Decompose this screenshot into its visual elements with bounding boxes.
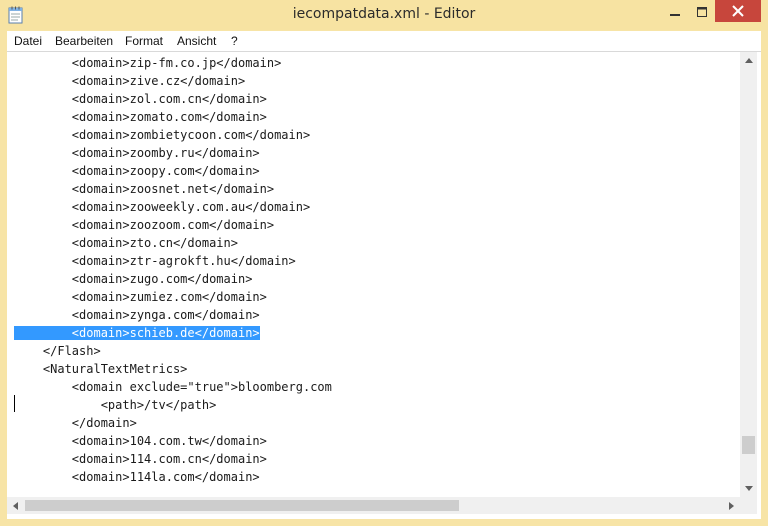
text-line[interactable]: <domain>zoomby.ru</domain> <box>14 144 260 162</box>
text-line[interactable]: <domain>zynga.com</domain> <box>14 306 260 324</box>
editor-window: iecompatdata.xml - Editor Datei Bearbeit… <box>0 0 768 526</box>
text-line[interactable]: <domain>zol.com.cn</domain> <box>14 90 267 108</box>
minimize-button[interactable] <box>661 0 688 22</box>
text-line[interactable]: <domain>zugo.com</domain> <box>14 270 253 288</box>
text-caret <box>14 395 15 412</box>
text-line[interactable]: <domain>zombietycoon.com</domain> <box>14 126 310 144</box>
text-line[interactable]: <domain>zoozoom.com</domain> <box>14 216 274 234</box>
selected-text[interactable]: <domain>schieb.de</domain> <box>14 326 260 340</box>
editor-pane[interactable]: <domain>zip-fm.co.jp</domain> <domain>zi… <box>7 51 761 519</box>
arrow-right-icon[interactable] <box>723 497 740 514</box>
menu-bar: Datei Bearbeiten Format Ansicht ? <box>7 31 761 51</box>
text-line[interactable]: <domain>zooweekly.com.au</domain> <box>14 198 310 216</box>
text-line[interactable]: <domain>schieb.de</domain> <box>14 324 260 342</box>
text-line[interactable]: <domain>104.com.tw</domain> <box>14 432 267 450</box>
minimize-icon <box>669 2 680 21</box>
text-line[interactable]: <domain exclude="true">bloomberg.com <box>14 378 332 396</box>
text-line[interactable]: <domain>zto.cn</domain> <box>14 234 238 252</box>
vertical-scroll-thumb[interactable] <box>742 436 755 454</box>
arrow-up-icon[interactable] <box>740 52 757 69</box>
menu-bearbeiten[interactable]: Bearbeiten <box>55 33 113 49</box>
maximize-button[interactable] <box>688 0 715 22</box>
text-area[interactable]: <domain>zip-fm.co.jp</domain> <domain>zi… <box>7 52 740 497</box>
maximize-icon <box>696 2 707 21</box>
menu-help[interactable]: ? <box>231 33 238 49</box>
arrow-left-icon[interactable] <box>7 497 24 514</box>
text-line[interactable]: <domain>zive.cz</domain> <box>14 72 245 90</box>
text-line[interactable]: <domain>114la.com</domain> <box>14 468 260 486</box>
menu-datei[interactable]: Datei <box>14 33 42 49</box>
horizontal-scrollbar[interactable] <box>7 497 740 514</box>
text-line[interactable]: <NaturalTextMetrics> <box>14 360 188 378</box>
arrow-down-icon[interactable] <box>740 480 757 497</box>
text-line[interactable]: <domain>zoopy.com</domain> <box>14 162 260 180</box>
text-line[interactable]: <domain>zomato.com</domain> <box>14 108 267 126</box>
text-line[interactable]: </Flash> <box>14 342 101 360</box>
vertical-scrollbar[interactable] <box>740 52 757 497</box>
text-line[interactable]: <domain>ztr-agrokft.hu</domain> <box>14 252 296 270</box>
close-button[interactable] <box>715 0 761 22</box>
text-line[interactable]: <domain>zumiez.com</domain> <box>14 288 267 306</box>
text-line[interactable]: <domain>zip-fm.co.jp</domain> <box>14 54 282 72</box>
horizontal-scroll-thumb[interactable] <box>25 500 459 511</box>
scrollbar-corner <box>740 497 757 514</box>
text-line[interactable]: <domain>zoosnet.net</domain> <box>14 180 274 198</box>
text-line[interactable]: </domain> <box>14 414 137 432</box>
menu-ansicht[interactable]: Ansicht <box>177 33 216 49</box>
window-title: iecompatdata.xml - Editor <box>292 6 476 22</box>
menu-format[interactable]: Format <box>125 33 163 49</box>
text-line[interactable]: <path>/tv</path> <box>14 396 217 414</box>
text-line[interactable]: <domain>114.com.cn</domain> <box>14 450 267 468</box>
close-icon <box>732 2 744 21</box>
title-bar[interactable]: iecompatdata.xml - Editor <box>0 0 768 30</box>
